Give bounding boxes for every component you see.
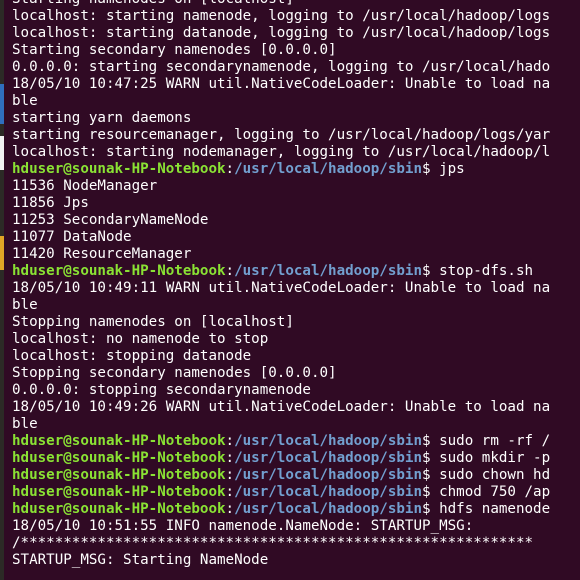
prompt-line: hduser@sounak-HP-Notebook:/usr/local/had… [12,450,580,467]
prompt-dollar: $ [422,161,431,177]
prompt-dollar: $ [422,467,431,483]
prompt-line: hduser@sounak-HP-Notebook:/usr/local/had… [12,433,580,450]
output-line: ble [12,93,38,109]
output-line: localhost: stopping datanode [12,348,252,364]
output-line: 11856 Jps [12,195,89,211]
output-line: /***************************************… [12,535,534,551]
output-line: starting resourcemanager, logging to /us… [12,127,551,143]
prompt-path: /usr/local/hadoop/sbin [234,161,423,177]
output-line: 18/05/10 10:49:26 WARN util.NativeCodeLo… [12,399,551,415]
prompt-command: jps [430,161,465,177]
prompt-command: chmod 750 /ap [430,484,551,500]
prompt-colon: : [225,263,235,279]
prompt-dollar: $ [422,450,431,466]
output-line: localhost: starting datanode, logging to… [12,25,551,41]
prompt-path: /usr/local/hadoop/sbin [234,484,423,500]
prompt-path: /usr/local/hadoop/sbin [234,467,423,483]
output-line: 11077 DataNode [12,229,132,245]
output-line: 11536 NodeManager [12,178,158,194]
prompt-colon: : [225,161,235,177]
prompt-dollar: $ [422,263,431,279]
output-line: 18/05/10 10:51:55 INFO namenode.NameNode… [12,518,474,534]
output-line: 0.0.0.0: stopping secondarynamenode [12,382,311,398]
prompt-colon: : [225,467,235,483]
output-line: 18/05/10 10:47:25 WARN util.NativeCodeLo… [12,76,551,92]
output-line: Stopping namenodes on [localhost] [12,314,294,330]
prompt-command: hdfs namenode [430,501,551,517]
output-line: 11253 SecondaryNameNode [12,212,209,228]
terminal-window[interactable]: Starting namenodes on [localhost]localho… [0,0,580,580]
prompt-line: hduser@sounak-HP-Notebook:/usr/local/had… [12,263,580,280]
prompt-colon: : [225,501,235,517]
output-line: 18/05/10 10:49:11 WARN util.NativeCodeLo… [12,280,551,296]
prompt-user-host: hduser@sounak-HP-Notebook [12,263,226,279]
prompt-user-host: hduser@sounak-HP-Notebook [12,484,226,500]
prompt-dollar: $ [422,484,431,500]
prompt-path: /usr/local/hadoop/sbin [234,501,423,517]
prompt-user-host: hduser@sounak-HP-Notebook [12,433,226,449]
launcher-icon-yellow[interactable] [0,236,4,270]
prompt-dollar: $ [422,501,431,517]
prompt-path: /usr/local/hadoop/sbin [234,433,423,449]
prompt-command: sudo mkdir -p [430,450,551,466]
output-line: localhost: no namenode to stop [12,331,269,347]
prompt-line: hduser@sounak-HP-Notebook:/usr/local/had… [12,467,580,484]
output-line: Stopping secondary namenodes [0.0.0.0] [12,365,337,381]
output-line: ble [12,297,38,313]
prompt-command: stop-dfs.sh [430,263,534,279]
output-line: STARTUP_MSG: Starting NameNode [12,552,269,568]
prompt-user-host: hduser@sounak-HP-Notebook [12,161,226,177]
prompt-user-host: hduser@sounak-HP-Notebook [12,501,226,517]
prompt-user-host: hduser@sounak-HP-Notebook [12,450,226,466]
output-line: localhost: starting nodemanager, logging… [12,144,551,160]
prompt-colon: : [225,450,235,466]
prompt-colon: : [225,433,235,449]
prompt-line: hduser@sounak-HP-Notebook:/usr/local/had… [12,161,580,178]
output-line: 11420 ResourceManager [12,246,192,262]
prompt-command: sudo chown hd [430,467,551,483]
output-line: Starting secondary namenodes [0.0.0.0] [12,42,337,58]
prompt-colon: : [225,484,235,500]
output-line: starting yarn daemons [12,110,192,126]
launcher-edge [0,0,4,580]
output-line: 0.0.0.0: starting secondarynamenode, log… [12,59,551,75]
prompt-dollar: $ [422,433,431,449]
prompt-line: hduser@sounak-HP-Notebook:/usr/local/had… [12,484,580,501]
output-line: ble [12,416,38,432]
prompt-user-host: hduser@sounak-HP-Notebook [12,467,226,483]
prompt-path: /usr/local/hadoop/sbin [234,450,423,466]
output-line: Starting namenodes on [localhost] [12,0,580,8]
launcher-icon-white[interactable] [0,136,4,170]
prompt-command: sudo rm -rf / [430,433,551,449]
terminal-output[interactable]: Starting namenodes on [localhost]localho… [12,0,580,569]
prompt-line: hduser@sounak-HP-Notebook:/usr/local/had… [12,501,580,518]
output-line: localhost: starting namenode, logging to… [12,8,551,24]
launcher-icon-blue[interactable] [0,84,4,124]
prompt-path: /usr/local/hadoop/sbin [234,263,423,279]
